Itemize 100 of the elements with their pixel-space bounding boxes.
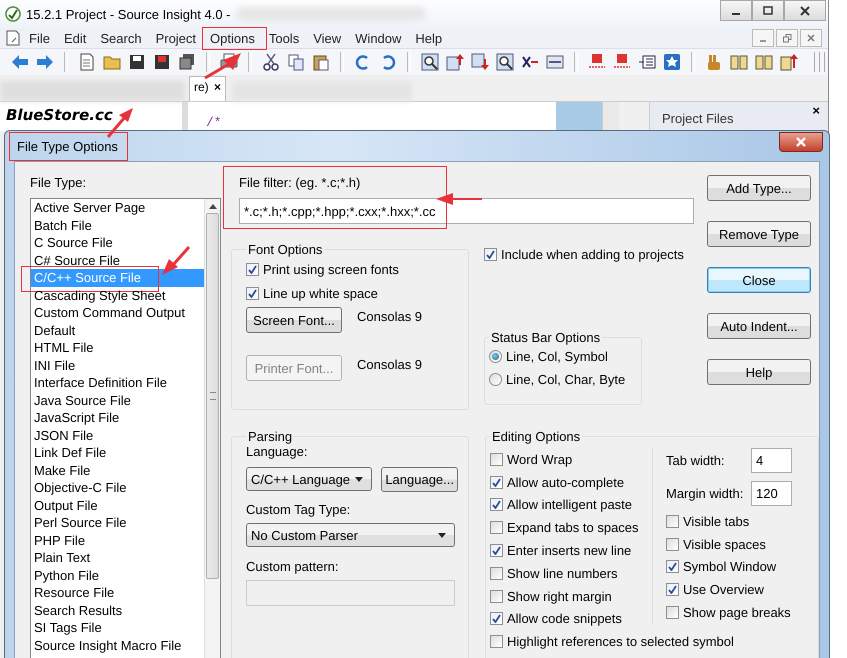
list-icon[interactable]: [638, 53, 656, 71]
list-item[interactable]: Default: [31, 322, 204, 339]
menu-item[interactable]: Help: [408, 30, 450, 46]
scroll-up-icon[interactable]: [208, 204, 216, 209]
dialog-button[interactable]: Remove Type: [707, 221, 811, 247]
dropdown-arrow-icon: [438, 532, 446, 538]
close-tab-button[interactable]: ×: [214, 80, 222, 94]
minimize-button[interactable]: [720, 0, 752, 21]
checkbox[interactable]: [490, 476, 503, 489]
list-item[interactable]: Batch File: [31, 216, 204, 234]
stacked-pages-icon[interactable]: [178, 53, 196, 71]
checkbox[interactable]: [666, 560, 679, 574]
book-icon[interactable]: [755, 53, 773, 71]
search-icon[interactable]: [421, 53, 439, 71]
menu-item[interactable]: Options: [203, 30, 262, 46]
list-item[interactable]: JavaScript File: [31, 409, 204, 426]
copy-icon[interactable]: [287, 53, 305, 71]
list-item[interactable]: Cascading Style Sheet: [31, 286, 204, 304]
list-item[interactable]: Interface Definition File: [31, 374, 204, 392]
checkbox[interactable]: [490, 566, 503, 580]
list-item[interactable]: Custom Command Output: [31, 304, 204, 322]
list-item[interactable]: INI File: [31, 356, 204, 374]
page-up-arrow-icon[interactable]: [446, 53, 464, 71]
maximize-icon: [763, 6, 773, 16]
checkbox[interactable]: [490, 635, 503, 648]
scrollbar[interactable]: [602, 102, 619, 131]
list-item[interactable]: Objective-C File: [31, 479, 204, 496]
menu-item[interactable]: Tools: [262, 30, 306, 46]
search-icon[interactable]: [496, 53, 514, 71]
field-label: File filter: (eg. *.c;*.h): [239, 175, 362, 190]
tag-type-dropdown[interactable]: No Custom Parser: [246, 523, 455, 547]
book-icon[interactable]: [730, 53, 748, 71]
list-item[interactable]: JSON File: [31, 426, 204, 444]
checkbox[interactable]: [490, 612, 503, 626]
dialog-button[interactable]: Help: [707, 359, 811, 385]
language-button[interactable]: Language...: [381, 467, 458, 492]
font-button[interactable]: Screen Font...: [246, 307, 342, 333]
close-button[interactable]: [784, 0, 826, 21]
checkbox[interactable]: [666, 583, 679, 596]
page-down-arrow-icon[interactable]: [471, 53, 489, 71]
menu-item[interactable]: File: [22, 30, 57, 46]
list-item[interactable]: Plain Text: [31, 549, 204, 566]
list-item[interactable]: C# Source File: [31, 252, 204, 269]
new-document-icon[interactable]: [78, 53, 96, 71]
list-item[interactable]: Active Server Page: [31, 199, 204, 216]
list-item[interactable]: Make File: [31, 462, 204, 479]
toolbar-gripper[interactable]: [814, 52, 828, 72]
maximize-button[interactable]: [752, 0, 784, 21]
save-icon[interactable]: [128, 53, 146, 71]
checkbox-label: Print using screen fonts: [263, 262, 399, 276]
checkbox[interactable]: [490, 590, 503, 603]
checkbox[interactable]: [666, 514, 679, 528]
editor-tab[interactable]: re) ×: [189, 76, 226, 101]
checkbox[interactable]: [666, 606, 679, 620]
list-item[interactable]: Source Insight Macro File: [31, 636, 204, 654]
dialog-button[interactable]: Close: [707, 267, 811, 293]
dialog-button[interactable]: Add Type...: [707, 175, 811, 201]
menu-item[interactable]: View: [306, 30, 348, 46]
checkbox[interactable]: [484, 248, 497, 260]
list-item[interactable]: Link Def File: [31, 444, 204, 462]
list-item[interactable]: HTML File: [31, 339, 204, 356]
checkbox[interactable]: [490, 452, 503, 466]
close-button[interactable]: [779, 132, 823, 152]
menu-item[interactable]: Edit: [56, 30, 94, 46]
list-item[interactable]: Output File: [31, 496, 204, 514]
menu-item[interactable]: Search: [93, 30, 149, 46]
checkbox[interactable]: [490, 521, 503, 534]
checkbox-label: Word Wrap: [507, 452, 572, 467]
scrollbar[interactable]: [204, 199, 220, 658]
radio-button[interactable]: [489, 373, 502, 386]
checkbox-label: Enter inserts new line: [507, 543, 632, 558]
dialog-button[interactable]: Auto Indent...: [707, 313, 811, 339]
list-item[interactable]: PHP File: [31, 532, 204, 549]
hand-icon[interactable]: [705, 53, 723, 71]
tab-width-field[interactable]: 4: [751, 448, 792, 473]
back-arrow-icon[interactable]: [11, 53, 29, 71]
list-item[interactable]: C Source File: [31, 234, 204, 252]
margin-width-field[interactable]: 120: [751, 481, 792, 506]
checkbox[interactable]: [246, 286, 259, 300]
list-item[interactable]: SI Tags File: [31, 619, 204, 636]
clipboard-icon[interactable]: [312, 53, 330, 71]
list-item[interactable]: Perl Source File: [31, 514, 204, 532]
menu-item[interactable]: Window: [348, 30, 408, 46]
restore-button[interactable]: [776, 29, 798, 47]
scissors-icon[interactable]: [262, 53, 280, 71]
list-item[interactable]: Search Results: [31, 602, 204, 619]
checkbox[interactable]: [490, 498, 503, 512]
list-item[interactable]: Resource File: [31, 584, 204, 602]
checkbox[interactable]: [246, 262, 259, 276]
menu-item[interactable]: Project: [148, 30, 204, 46]
checkbox[interactable]: [666, 538, 679, 551]
radio-button[interactable]: [489, 350, 502, 363]
close-panel-button[interactable]: ×: [812, 103, 820, 118]
list-item[interactable]: Java Source File: [31, 392, 204, 409]
file-filter-field[interactable]: *.c;*.h;*.cpp;*.hpp;*.cxx;*.hxx;*.cc: [239, 198, 694, 224]
language-dropdown[interactable]: C/C++ Language: [246, 467, 372, 491]
forward-arrow-icon[interactable]: [36, 53, 54, 71]
list-item[interactable]: Python File: [31, 566, 204, 584]
checkbox[interactable]: [490, 544, 503, 558]
document-icon: [6, 30, 20, 46]
